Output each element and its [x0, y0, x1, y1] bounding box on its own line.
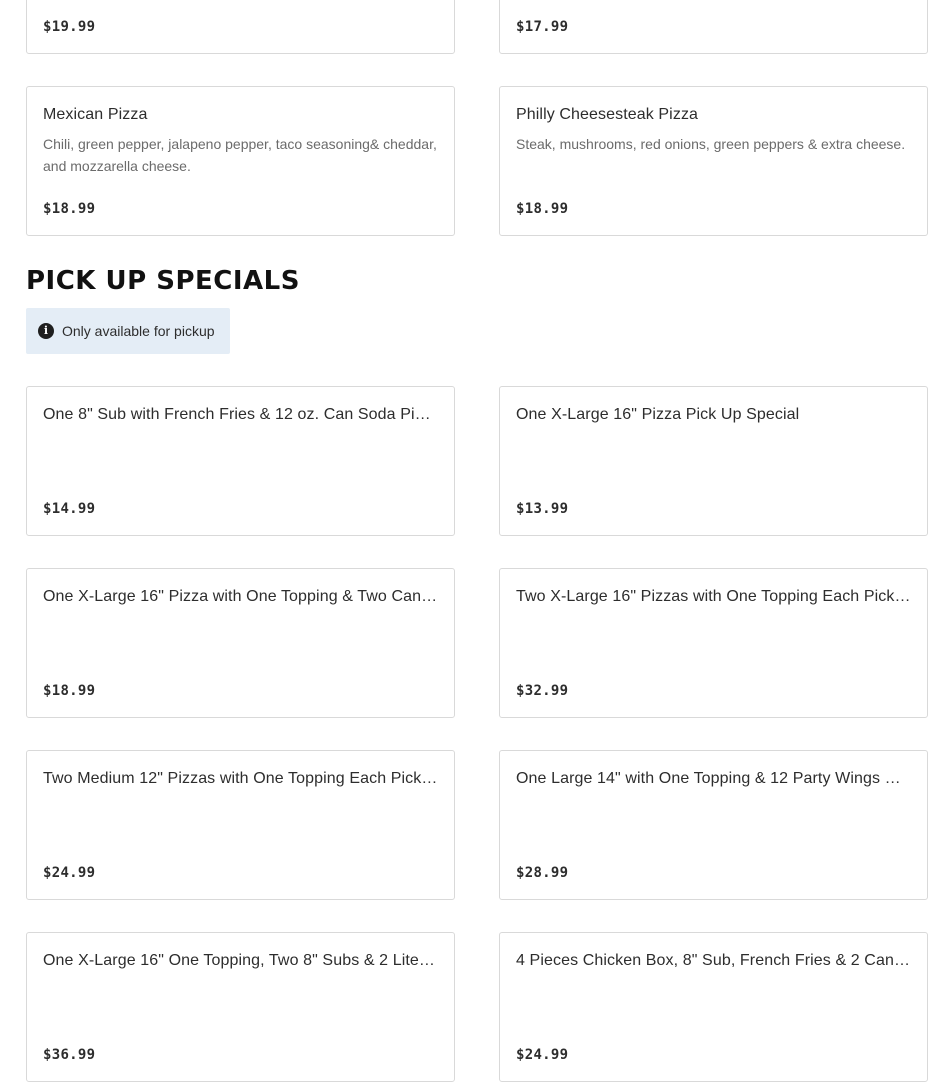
item-price: $14.99	[43, 501, 96, 517]
item-price: $24.99	[516, 1047, 569, 1063]
info-icon: i	[38, 323, 54, 339]
menu-item-card[interactable]: 4 Pieces Chicken Box, 8" Sub, French Fri…	[499, 932, 928, 1082]
item-price: $28.99	[516, 865, 569, 881]
menu-item-card[interactable]: Two Medium 12" Pizzas with One Topping E…	[26, 750, 455, 900]
item-price: $24.99	[43, 865, 96, 881]
item-name: 4 Pieces Chicken Box, 8" Sub, French Fri…	[516, 952, 911, 969]
item-name: One 8" Sub with French Fries & 12 oz. Ca…	[43, 406, 438, 423]
menu-item-card[interactable]: One X-Large 16" Pizza Pick Up Special $1…	[499, 386, 928, 536]
item-price: $18.99	[516, 201, 569, 217]
item-name: One Large 14" with One Topping & 12 Part…	[516, 770, 911, 787]
item-price: $18.99	[43, 201, 96, 217]
notice-text: Only available for pickup	[62, 323, 215, 339]
item-description: Steak, mushrooms, red onions, green pepp…	[516, 136, 906, 152]
item-name: One X-Large 16" Pizza with One Topping &…	[43, 588, 438, 605]
item-name: Philly Cheesesteak Pizza	[516, 106, 699, 123]
menu-item-card[interactable]: Two X-Large 16" Pizzas with One Topping …	[499, 568, 928, 718]
item-name: One X-Large 16" One Topping, Two 8" Subs…	[43, 952, 438, 969]
item-description: Chili, green pepper, jalapeno pepper, ta…	[43, 136, 437, 174]
item-name: Two Medium 12" Pizzas with One Topping E…	[43, 770, 438, 787]
menu-item-card[interactable]: One Large 14" with One Topping & 12 Part…	[499, 750, 928, 900]
item-price: $18.99	[43, 683, 96, 699]
pickup-notice: i Only available for pickup	[26, 308, 230, 354]
menu-item-card[interactable]: Philly Cheesesteak Pizza Steak, mushroom…	[499, 86, 928, 236]
item-price: $36.99	[43, 1047, 96, 1063]
item-name: Mexican Pizza	[43, 106, 148, 123]
item-price: $32.99	[516, 683, 569, 699]
item-price: $17.99	[516, 19, 569, 35]
menu-item-card[interactable]: Mexican Pizza Chili, green pepper, jalap…	[26, 86, 455, 236]
menu-item-card[interactable]: $17.99	[499, 0, 928, 54]
item-price: $13.99	[516, 501, 569, 517]
item-name: One X-Large 16" Pizza Pick Up Special	[516, 406, 800, 423]
section-title: PICK UP SPECIALS	[26, 266, 300, 296]
menu-item-card[interactable]: One X-Large 16" Pizza with One Topping &…	[26, 568, 455, 718]
menu-item-card[interactable]: One 8" Sub with French Fries & 12 oz. Ca…	[26, 386, 455, 536]
menu-item-card[interactable]: $19.99	[26, 0, 455, 54]
item-price: $19.99	[43, 19, 96, 35]
item-name: Two X-Large 16" Pizzas with One Topping …	[516, 588, 911, 605]
menu-item-card[interactable]: One X-Large 16" One Topping, Two 8" Subs…	[26, 932, 455, 1082]
